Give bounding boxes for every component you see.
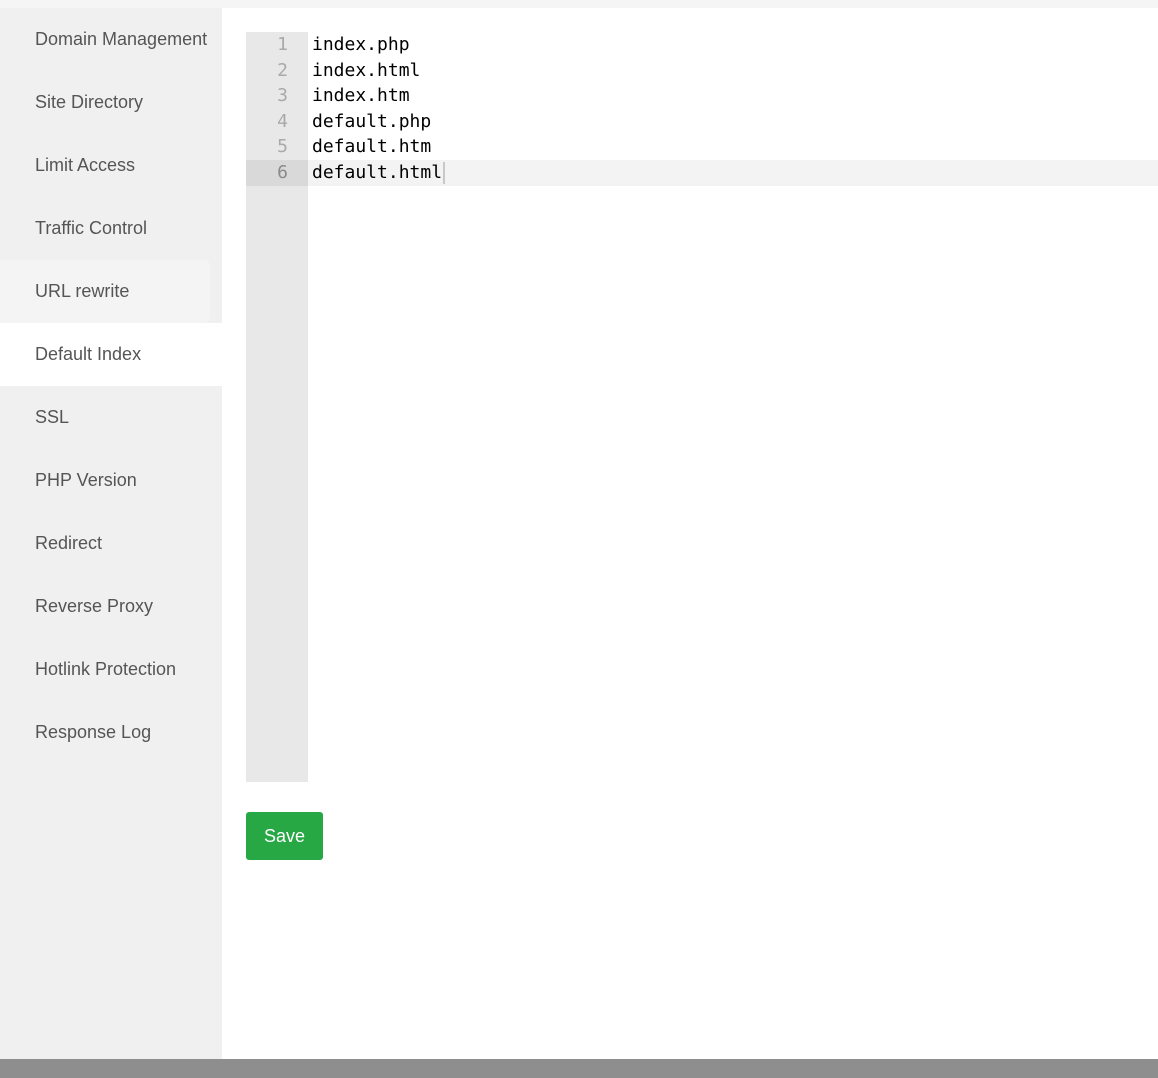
sidebar-item-label: SSL (35, 407, 70, 427)
text-cursor (443, 162, 446, 184)
sidebar-item-domain-management[interactable]: Domain Management (0, 8, 222, 71)
save-button[interactable]: Save (246, 812, 323, 860)
sidebar-item-php-version[interactable]: PHP Version (0, 449, 222, 512)
sidebar-item-limit-access[interactable]: Limit Access (0, 134, 222, 197)
line-number: 2 (277, 59, 288, 81)
sidebar-item-redirect[interactable]: Redirect (0, 512, 222, 575)
line-number: 4 (277, 110, 288, 132)
editor-line[interactable]: 5 default.htm (246, 134, 1158, 160)
line-text-with-cursor[interactable]: default.html (312, 160, 446, 186)
line-number: 3 (277, 85, 288, 107)
sidebar-item-label: Default Index (35, 344, 142, 364)
line-text[interactable]: index.php (312, 32, 410, 58)
line-text[interactable]: default.php (312, 109, 431, 135)
line-number: 5 (277, 136, 288, 158)
line-text[interactable]: index.htm (312, 83, 410, 109)
line-number: 6 (246, 160, 308, 186)
sidebar-item-label: Limit Access (35, 155, 136, 175)
sidebar-item-label: PHP Version (35, 470, 137, 490)
sidebar-item-label: Response Log (35, 722, 152, 742)
sidebar-item-default-index[interactable]: Default Index (0, 323, 222, 386)
sidebar-item-label: Domain Management (35, 29, 208, 49)
line-text[interactable]: index.html (312, 58, 420, 84)
editor-line-current[interactable]: 6 default.html (246, 160, 1158, 186)
sidebar-item-ssl[interactable]: SSL (0, 386, 222, 449)
sidebar-item-label: Site Directory (35, 92, 144, 112)
sidebar-item-site-directory[interactable]: Site Directory (0, 71, 222, 134)
sidebar: Domain Management Site Directory Limit A… (0, 8, 222, 1059)
sidebar-item-url-rewrite[interactable]: URL rewrite (0, 260, 210, 323)
sidebar-item-label: Reverse Proxy (35, 596, 154, 616)
sidebar-item-label: URL rewrite (35, 281, 130, 301)
editor-line[interactable]: 2 index.html (246, 58, 1158, 84)
line-number: 1 (277, 34, 288, 55)
line-text[interactable]: default.htm (312, 134, 431, 160)
sidebar-item-label: Redirect (35, 533, 103, 553)
top-bar (0, 0, 1158, 8)
main-content: 1 index.php 2 index.html 3 index.htm 4 d… (222, 8, 1158, 1059)
bottom-bar (0, 1059, 1158, 1078)
editor-line[interactable]: 1 index.php (246, 32, 1158, 58)
sidebar-item-reverse-proxy[interactable]: Reverse Proxy (0, 575, 222, 638)
line-text[interactable]: default.html (312, 162, 442, 183)
sidebar-item-traffic-control[interactable]: Traffic Control (0, 197, 222, 260)
sidebar-item-response-log[interactable]: Response Log (0, 701, 222, 764)
sidebar-item-hotlink-protection[interactable]: Hotlink Protection (0, 638, 222, 701)
editor-line[interactable]: 3 index.htm (246, 83, 1158, 109)
code-editor[interactable]: 1 index.php 2 index.html 3 index.htm 4 d… (246, 32, 1158, 782)
editor-line[interactable]: 4 default.php (246, 109, 1158, 135)
sidebar-item-label: Traffic Control (35, 218, 148, 238)
sidebar-item-label: Hotlink Protection (35, 659, 177, 679)
